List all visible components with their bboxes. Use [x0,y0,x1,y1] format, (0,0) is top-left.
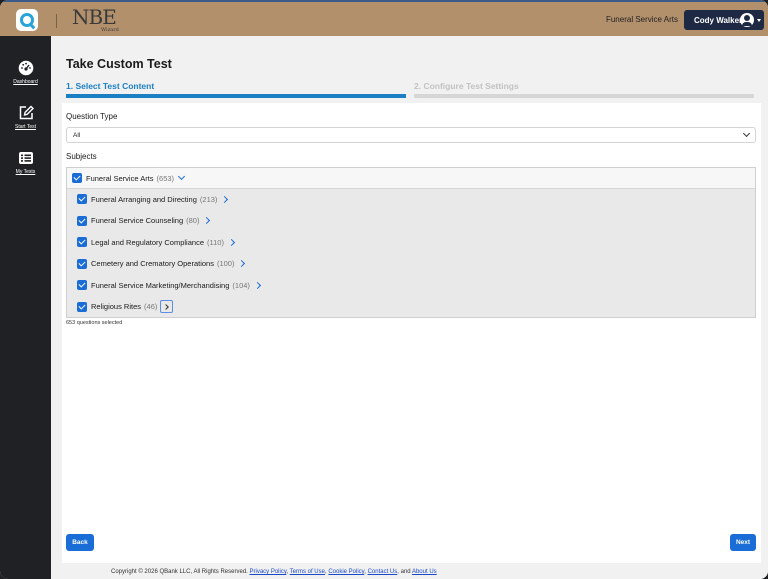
qbank-logo-icon[interactable] [16,9,38,31]
subject-root-count: (653) [156,173,175,183]
subject-name: Religious Rites [91,302,142,311]
program-name: Funeral Service Arts [605,15,678,24]
cookie-policy-link[interactable]: Cookie Policy [328,569,364,575]
about-us-link[interactable]: About Us [412,569,437,575]
subject-row: Religious Rites (46) [77,299,174,315]
brand-sub: Wizard [101,27,119,33]
sidebar: Dashboard Start Test My Tests [0,36,51,579]
subject-row: Funeral Service Marketing/Merchandising … [77,277,261,293]
subject-name: Cemetery and Crematory Operations [91,259,214,268]
subject-checkbox[interactable] [77,301,87,312]
chevron-right-icon[interactable] [253,281,261,289]
app-window: NBE Wizard Funeral Service Arts Cody Wal… [0,0,768,579]
subject-count: (46) [144,302,158,311]
subject-checkbox[interactable] [77,258,87,269]
sidebar-label-dashboard: Dashboard [13,79,38,85]
next-button[interactable]: Next [730,534,756,551]
copyright-text: Copyright © 2026 QBank LLC, All Rights R… [111,569,248,575]
sidebar-item-start-test[interactable]: Start Test [0,105,51,130]
chevron-right-icon[interactable] [227,238,235,246]
subject-count: (213) [199,194,218,204]
nbe-wizard-logo: NBE Wizard [72,5,132,35]
speedometer-icon [18,60,33,76]
sidebar-item-dashboard[interactable]: Dashboard [0,60,51,85]
question-type-select[interactable]: All [66,127,756,143]
top-bar: NBE Wizard Funeral Service Arts Cody Wal… [0,0,768,36]
subject-checkbox[interactable] [77,280,87,290]
subject-count: (100) [216,259,235,268]
subject-row: Funeral Service Counseling (80) [77,213,211,229]
expand-button[interactable] [160,300,174,313]
chevron-right-icon [163,303,170,310]
subject-count: (104) [232,280,250,290]
privacy-policy-link[interactable]: Privacy Policy [250,569,287,575]
subject-name: Funeral Service Marketing/Merchandising [91,280,230,290]
subject-name: Funeral Service Counseling [91,216,184,225]
edit-icon [19,105,34,120]
terms-of-use-link[interactable]: Terms of Use [290,569,325,575]
subject-checkbox[interactable] [77,194,87,204]
subject-root-row: Funeral Service Arts (653) [67,168,755,189]
subject-checkbox[interactable] [77,215,87,226]
subject-root-name: Funeral Service Arts [86,173,154,183]
question-type-label: Question Type [66,112,118,121]
contact-us-link[interactable]: Contact Us [368,569,398,575]
user-menu-button[interactable]: Cody Walker [684,10,764,30]
subject-count: (80) [186,216,200,225]
subject-row: Cemetery and Crematory Operations (100) [77,256,246,272]
subject-checkbox[interactable] [77,237,87,247]
back-button[interactable]: Back [66,534,94,551]
questions-selected-summary: 653 questions selected [66,320,123,326]
subjects-label: Subjects [66,152,97,161]
question-type-value: All [73,131,81,139]
subject-row: Legal and Regulatory Compliance (110) [77,234,235,250]
header-divider [56,14,57,28]
sidebar-label-my-tests: My Tests [15,169,36,175]
subject-root-checkbox[interactable] [72,173,82,183]
chevron-down-icon[interactable] [178,172,186,181]
main-content: Take Custom Test 1. Select Test Content … [51,36,768,579]
user-name: Cody Walker [694,15,743,25]
chevron-right-icon[interactable] [238,259,246,268]
brand-main: NBE [72,5,117,29]
subject-name: Legal and Regulatory Compliance [91,237,204,247]
subjects-tree: Funeral Service Arts (653) Funeral Arran… [66,167,756,318]
chevron-right-icon[interactable] [221,195,229,203]
user-avatar-icon [740,13,754,27]
sidebar-label-start-test: Start Test [14,124,37,130]
sidebar-item-my-tests[interactable]: My Tests [0,150,51,175]
footer: Copyright © 2026 QBank LLC, All Rights R… [111,569,437,575]
chevron-right-icon[interactable] [203,216,211,225]
chevron-down-icon [742,129,751,138]
subject-count: (110) [207,237,224,247]
subject-name: Funeral Arranging and Directing [91,194,197,204]
subject-row: Funeral Arranging and Directing (213) [77,191,229,207]
list-icon [18,152,33,164]
caret-down-icon [757,19,761,22]
